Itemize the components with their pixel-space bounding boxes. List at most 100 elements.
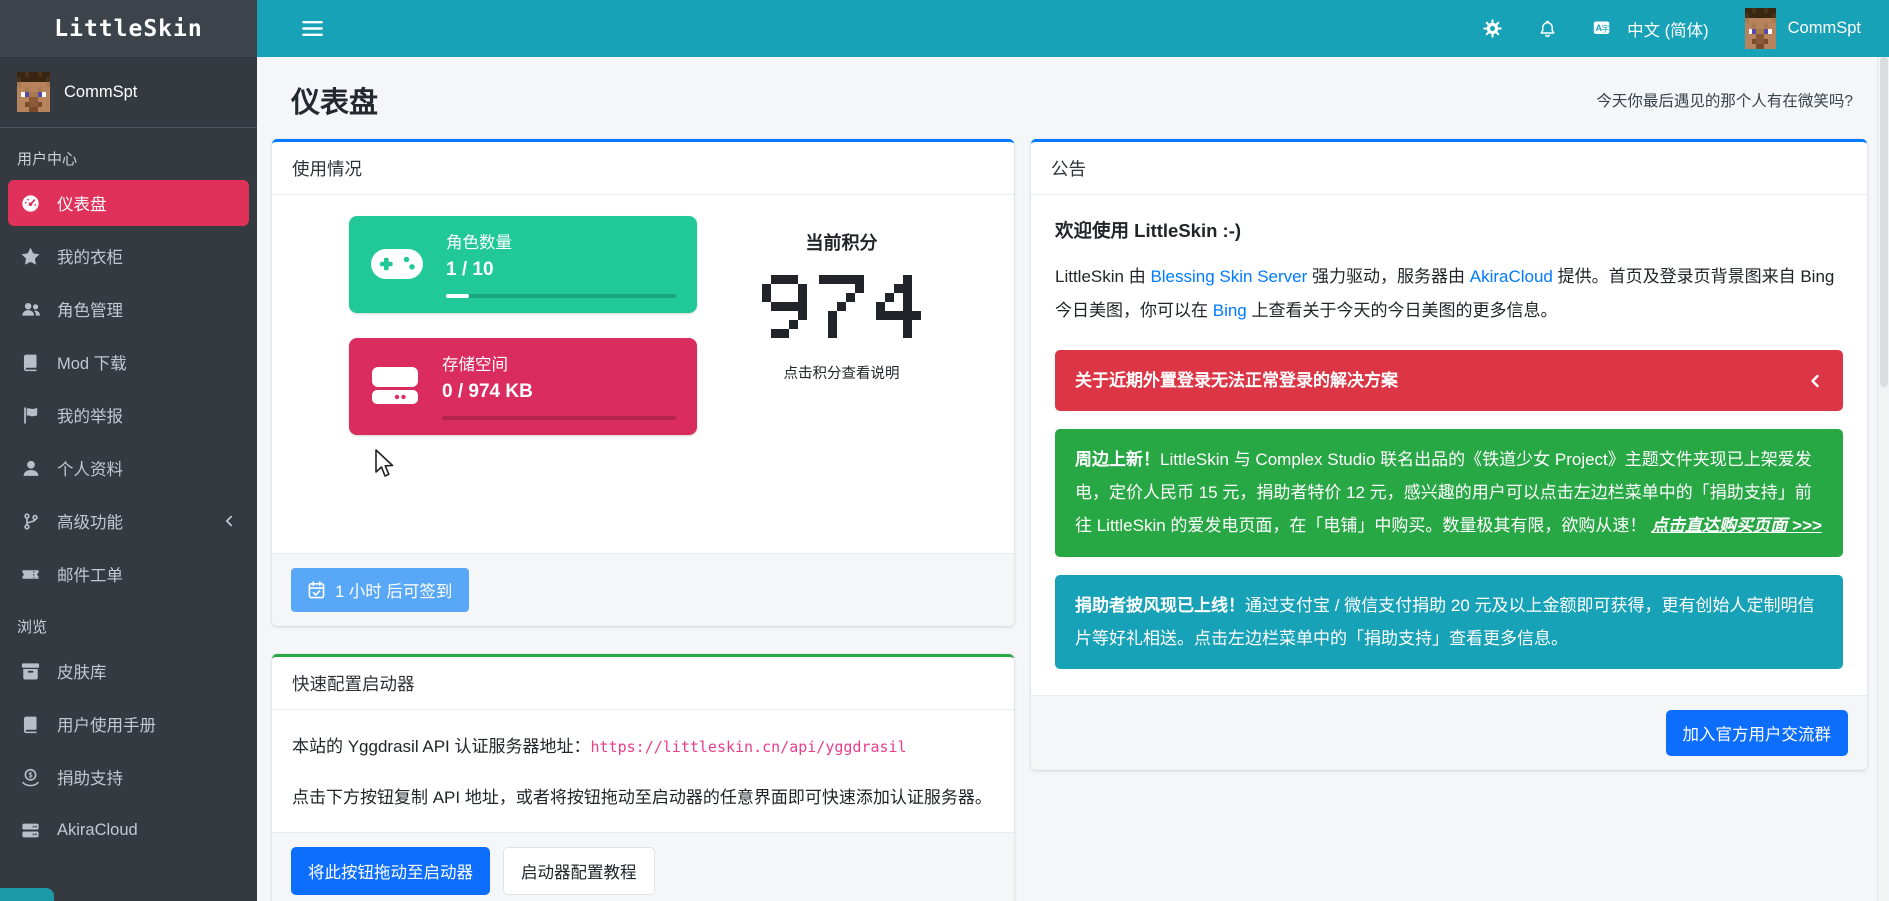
- main-area: A字 中文 (简体) CommSpt 仪表盘 今天你最后遇见的那个人有在微笑吗?: [257, 0, 1889, 901]
- blessing-skin-link[interactable]: Blessing Skin Server: [1150, 267, 1307, 286]
- navbar-username: CommSpt: [1788, 19, 1861, 38]
- sidebar-item-closet[interactable]: 我的衣柜: [8, 233, 249, 279]
- user-menu[interactable]: CommSpt: [1745, 8, 1861, 49]
- announcement-card-title: 公告: [1031, 142, 1867, 195]
- sidebar-item-manual[interactable]: 用户使用手册: [8, 701, 249, 747]
- score-panel: 当前积分 点击积分查看说明: [697, 216, 986, 553]
- flag-icon: [18, 406, 43, 425]
- sidebar-item-label: 个人资料: [57, 456, 123, 480]
- usage-card: 使用情况 角色数量 1 / 10: [272, 139, 1014, 626]
- launcher-tutorial-button[interactable]: 启动器配置教程: [503, 847, 655, 895]
- success-alert: 周边上新！LittleSkin 与 Complex Studio 联名出品的《铁…: [1055, 429, 1843, 556]
- sidebar-item-skin-library[interactable]: 皮肤库: [8, 648, 249, 694]
- left-column: 使用情况 角色数量 1 / 10: [272, 139, 1014, 901]
- storage-infobox-content: 存储空间 0 / 974 KB: [442, 351, 676, 420]
- api-prefix: 本站的 Yggdrasil API 认证服务器地址：: [292, 737, 591, 756]
- content: 仪表盘 今天你最后遇见的那个人有在微笑吗? 使用情况: [257, 57, 1889, 901]
- usage-infoboxes: 角色数量 1 / 10: [349, 216, 697, 553]
- brand-logo[interactable]: LittleSkin: [0, 0, 257, 57]
- launcher-card: 快速配置启动器 本站的 Yggdrasil API 认证服务器地址：https:…: [272, 654, 1014, 901]
- sidebar-item-label: 邮件工单: [57, 562, 123, 586]
- sidebar-item-mod-download[interactable]: Mod 下载: [8, 339, 249, 385]
- sidebar-section-explore: 浏览: [8, 604, 249, 648]
- launcher-card-footer: 将此按钮拖动至启动器 启动器配置教程: [272, 832, 1014, 901]
- sidebar-nav: 用户中心 仪表盘 我的衣柜 角色管理: [0, 128, 257, 860]
- sidebar-item-label: 角色管理: [57, 297, 123, 321]
- sidebar-item-tickets[interactable]: 邮件工单: [8, 551, 249, 597]
- launcher-tip: 点击下方按钮复制 API 地址，或者将按钮拖动至启动器的任意界面即可快速添加认证…: [292, 783, 994, 808]
- sidebar-item-akiracloud[interactable]: AkiraCloud: [8, 807, 249, 853]
- scrollbar-thumb[interactable]: [1880, 57, 1888, 387]
- launcher-card-title: 快速配置启动器: [272, 657, 1014, 710]
- checkin-label: 1 小时 后可签到: [335, 578, 452, 602]
- intro-text: 强力驱动，服务器由: [1307, 267, 1469, 286]
- sidebar-item-label: 捐助支持: [57, 765, 123, 789]
- user-avatar: [1745, 8, 1776, 49]
- settings-button[interactable]: [1483, 19, 1502, 38]
- language-label: 中文 (简体): [1627, 17, 1709, 41]
- users-icon: [18, 300, 43, 319]
- tachometer-icon: [18, 194, 43, 213]
- sidebar: LittleSkin CommSpt 用户中心 仪表盘 我的衣柜: [0, 0, 257, 901]
- svg-text:字: 字: [1601, 24, 1609, 34]
- players-progress-fill: [446, 294, 469, 298]
- translate-icon: A字: [1593, 19, 1618, 38]
- sidebar-item-label: 用户使用手册: [57, 712, 156, 736]
- storage-value: 0 / 974 KB: [442, 381, 676, 403]
- sidebar-item-label: 高级功能: [57, 509, 123, 533]
- sidebar-item-players[interactable]: 角色管理: [8, 286, 249, 332]
- storage-infobox: 存储空间 0 / 974 KB: [349, 338, 697, 435]
- sidebar-item-dashboard[interactable]: 仪表盘: [8, 180, 249, 226]
- join-group-button[interactable]: 加入官方用户交流群: [1666, 710, 1849, 756]
- sidebar-item-label: 我的衣柜: [57, 244, 123, 268]
- players-infobox: 角色数量 1 / 10: [349, 216, 697, 313]
- danger-alert[interactable]: 关于近期外置登录无法正常登录的解决方案: [1055, 350, 1843, 411]
- user-avatar: [17, 72, 50, 112]
- announcement-card-footer: 加入官方用户交流群: [1031, 695, 1867, 770]
- book-icon: [18, 353, 43, 372]
- launcher-buttons: 将此按钮拖动至启动器 启动器配置教程: [291, 847, 995, 895]
- info-alert-lead: 捐助者披风现已上线！: [1075, 596, 1245, 615]
- star-icon: [18, 247, 43, 266]
- book-icon: [18, 715, 43, 734]
- sidebar-item-profile[interactable]: 个人资料: [8, 445, 249, 491]
- intro-paragraph: LittleSkin 由 Blessing Skin Server 强力驱动，服…: [1055, 260, 1843, 328]
- sidebar-item-advanced[interactable]: 高级功能: [8, 498, 249, 544]
- topbar: A字 中文 (简体) CommSpt: [257, 0, 1889, 57]
- page-scrollbar[interactable]: [1877, 57, 1889, 901]
- sidebar-item-label: Mod 下载: [57, 350, 127, 374]
- sidebar-item-label: 仪表盘: [57, 191, 107, 215]
- drag-launcher-button[interactable]: 将此按钮拖动至启动器: [291, 847, 490, 895]
- sidebar-user-panel[interactable]: CommSpt: [0, 57, 257, 128]
- chevron-left-icon: [222, 514, 236, 528]
- score-value[interactable]: [697, 275, 986, 338]
- notifications-button[interactable]: [1538, 19, 1557, 39]
- buy-page-link[interactable]: 点击直达购买页面 >>>: [1651, 516, 1822, 535]
- sidebar-item-donate[interactable]: $ 捐助支持: [8, 754, 249, 800]
- akiracloud-link[interactable]: AkiraCloud: [1470, 267, 1553, 286]
- info-alert: 捐助者披风现已上线！通过支付宝 / 微信支付捐助 20 元及以上金额即可获得，更…: [1055, 575, 1843, 669]
- checkin-button[interactable]: 1 小时 后可签到: [291, 568, 469, 612]
- hitokoto-text: 今天你最后遇见的那个人有在微笑吗?: [1596, 89, 1853, 111]
- ticket-icon: [18, 565, 43, 584]
- usage-card-title: 使用情况: [272, 142, 1014, 195]
- dashboard-columns: 使用情况 角色数量 1 / 10: [272, 139, 1867, 901]
- sidebar-toggle-button[interactable]: [302, 20, 323, 37]
- calendar-check-icon: [308, 581, 325, 599]
- right-column: 公告 欢迎使用 LittleSkin :-) LittleSkin 由 Bles…: [1031, 139, 1867, 770]
- svg-text:$: $: [28, 770, 33, 779]
- success-alert-lead: 周边上新！: [1075, 450, 1160, 469]
- intro-text: LittleSkin 由: [1055, 267, 1150, 286]
- language-selector[interactable]: A字 中文 (简体): [1593, 17, 1709, 41]
- score-label: 当前积分: [697, 229, 986, 255]
- donate-icon: $: [18, 768, 43, 787]
- sidebar-item-reports[interactable]: 我的举报: [8, 392, 249, 438]
- bell-icon: [1538, 19, 1557, 39]
- user-icon: [18, 459, 43, 478]
- sidebar-item-label: AkiraCloud: [57, 821, 138, 840]
- api-line: 本站的 Yggdrasil API 认证服务器地址：https://little…: [292, 732, 994, 757]
- sidebar-username: CommSpt: [64, 83, 137, 102]
- storage-progress: [442, 416, 676, 420]
- server-icon: [18, 821, 43, 840]
- bing-link[interactable]: Bing: [1213, 301, 1247, 320]
